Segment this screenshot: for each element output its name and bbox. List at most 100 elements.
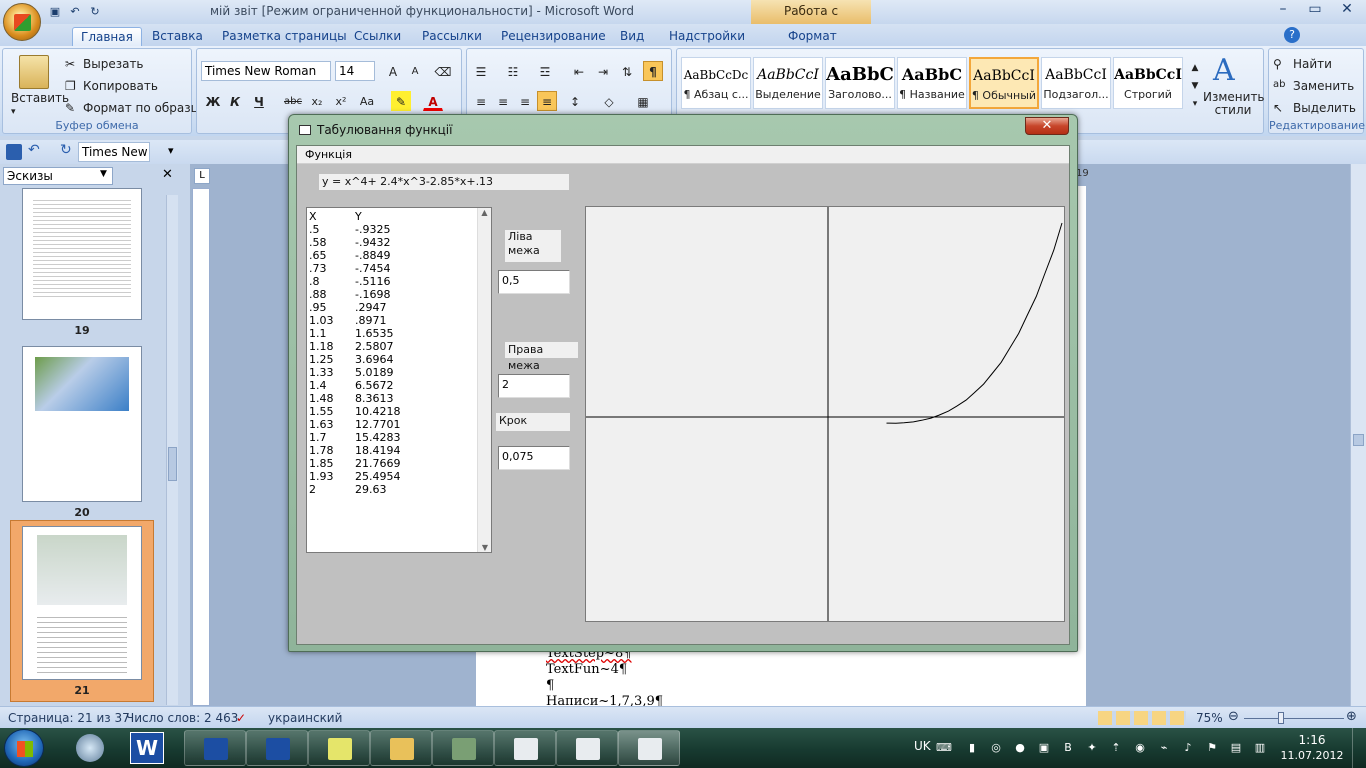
find-button[interactable]: Найти: [1293, 57, 1332, 71]
decrease-indent-icon[interactable]: ⇤: [569, 61, 589, 81]
volume-icon[interactable]: ♪: [1180, 740, 1196, 756]
close-icon[interactable]: ✕: [1332, 0, 1362, 20]
page-counter[interactable]: Страница: 21 из 37: [8, 711, 130, 725]
safely-remove-icon[interactable]: ⇡: [1108, 740, 1124, 756]
word-count[interactable]: Число слов: 2 463: [126, 711, 238, 725]
style-title[interactable]: AaBbC ¶ Название: [897, 57, 967, 109]
table-row[interactable]: 1.63 12.7701: [309, 418, 401, 431]
table-row[interactable]: 1.48 8.3613: [309, 392, 401, 405]
zoom-in-icon[interactable]: ⊕: [1346, 709, 1357, 724]
clock-time[interactable]: 1:16: [1282, 733, 1342, 747]
multilevel-list-icon[interactable]: ☲: [535, 61, 555, 81]
select-button[interactable]: Выделить: [1293, 101, 1356, 115]
values-list[interactable]: X Y .5 -.9325.58 -.9432.65 -.8849.73 -.7454.8-…: [306, 207, 492, 553]
font-name-select[interactable]: Times New Roman: [201, 61, 331, 81]
package-icon[interactable]: ▣: [1036, 740, 1052, 756]
redo-icon[interactable]: ↻: [86, 3, 104, 21]
scroll-up-icon[interactable]: ▲: [478, 208, 491, 217]
shrink-font-icon[interactable]: A: [405, 61, 425, 81]
menu-function[interactable]: Функція: [305, 148, 352, 161]
pane-dropdown-icon[interactable]: ▼: [100, 169, 107, 179]
dialog-close-button[interactable]: ✕: [1025, 117, 1069, 135]
sort-icon[interactable]: ⇅: [617, 61, 637, 81]
underline-icon[interactable]: Ч: [249, 91, 269, 111]
styles-more-icon[interactable]: ▾: [1185, 93, 1205, 113]
start-button[interactable]: [4, 729, 44, 767]
superscript-icon[interactable]: x²: [331, 91, 351, 111]
update-icon[interactable]: ●: [1012, 740, 1028, 756]
tab-addins[interactable]: Надстройки: [661, 27, 753, 46]
style-emphasis[interactable]: AaBbCcI Выделение: [753, 57, 823, 109]
power-icon[interactable]: ▥: [1252, 740, 1268, 756]
table-row[interactable]: 1.93 25.4954: [309, 470, 401, 483]
language-indicator[interactable]: украинский: [268, 711, 342, 725]
font-size-select[interactable]: 14: [335, 61, 375, 81]
align-right-icon[interactable]: ≡: [515, 91, 535, 111]
table-row[interactable]: 1.18 2.5807: [309, 340, 401, 353]
table-row[interactable]: .8 -.5116: [309, 275, 401, 288]
replace-button[interactable]: Заменить: [1293, 79, 1354, 93]
usb-icon[interactable]: ▮: [964, 740, 980, 756]
thumbnail-page-19[interactable]: [22, 188, 142, 320]
network-icon[interactable]: ⌁: [1156, 740, 1172, 756]
font-color-icon[interactable]: A: [423, 91, 443, 111]
minimize-icon[interactable]: –: [1268, 0, 1298, 20]
office-button[interactable]: [3, 3, 41, 41]
clear-format-icon[interactable]: ⌫: [433, 61, 453, 81]
paste-chevron-icon[interactable]: ▾: [11, 107, 16, 117]
redo-icon[interactable]: ↻: [60, 142, 72, 158]
display-icon[interactable]: ▤: [1228, 740, 1244, 756]
line-spacing-icon[interactable]: ↕: [565, 91, 585, 111]
style-normal[interactable]: AaBbCcI ¶ Обычный: [969, 57, 1039, 109]
borders-icon[interactable]: ▦: [633, 91, 653, 111]
tab-mailings[interactable]: Рассылки: [414, 27, 490, 46]
styles-scroll-up-icon[interactable]: ▲: [1185, 57, 1205, 77]
taskbar-app-32[interactable]: [432, 730, 494, 766]
sync-icon[interactable]: ◎: [988, 740, 1004, 756]
table-row[interactable]: 1.55 10.4218: [309, 405, 401, 418]
save-icon[interactable]: [6, 144, 22, 160]
tab-view[interactable]: Вид: [612, 27, 652, 46]
align-center-icon[interactable]: ≡: [493, 91, 513, 111]
format-painter-button[interactable]: Формат по образцу: [83, 101, 206, 115]
table-row[interactable]: .95 .2947: [309, 301, 401, 314]
italic-icon[interactable]: К: [225, 91, 245, 111]
style-subtitle[interactable]: AaBbCcI Подзагол...: [1041, 57, 1111, 109]
table-row[interactable]: .73 -.7454: [309, 262, 401, 275]
tab-insert[interactable]: Вставка: [144, 27, 211, 46]
tools-icon[interactable]: ✦: [1084, 740, 1100, 756]
clock-date[interactable]: 11.07.2012: [1276, 749, 1348, 762]
shading-icon[interactable]: ◇: [599, 91, 619, 111]
style-strong[interactable]: AaBbCcI Строгий: [1113, 57, 1183, 109]
table-row[interactable]: .88 -.1698: [309, 288, 401, 301]
table-row[interactable]: .58 -.9432: [309, 236, 401, 249]
copy-button[interactable]: Копировать: [83, 79, 158, 93]
document-scrollbar[interactable]: [1350, 164, 1366, 706]
taskbar-explorer[interactable]: [370, 730, 432, 766]
table-row[interactable]: 1.7 15.4283: [309, 431, 401, 444]
word-icon[interactable]: W: [130, 732, 164, 764]
help-icon[interactable]: ?: [1284, 27, 1300, 43]
taskbar-notes[interactable]: [308, 730, 370, 766]
table-row[interactable]: 2 29.63: [309, 483, 401, 496]
bullets-icon[interactable]: ☰: [471, 61, 491, 81]
thumbnail-page-20[interactable]: [22, 346, 142, 502]
flag-icon[interactable]: ⚑: [1204, 740, 1220, 756]
table-row[interactable]: .5 -.9325: [309, 223, 401, 236]
save-icon[interactable]: ▣: [46, 3, 64, 21]
paste-button[interactable]: Вставить: [11, 91, 69, 105]
keyboard-icon[interactable]: ⌨: [936, 740, 952, 756]
zoom-out-icon[interactable]: ⊖: [1228, 709, 1239, 724]
undo-icon[interactable]: ↶: [66, 3, 84, 21]
table-row[interactable]: 1.03 .8971: [309, 314, 401, 327]
customize-qat-icon[interactable]: ▾: [168, 144, 174, 157]
show-marks-icon[interactable]: ¶: [643, 61, 663, 81]
qat-font-select[interactable]: Times New Ro: [78, 142, 150, 162]
styles-scroll-down-icon[interactable]: ▼: [1185, 75, 1205, 95]
list-scrollbar[interactable]: ▲ ▼: [477, 208, 491, 552]
strikethrough-icon[interactable]: abc: [283, 91, 303, 111]
increase-indent-icon[interactable]: ⇥: [593, 61, 613, 81]
pane-close-icon[interactable]: ✕: [162, 167, 173, 182]
change-case-icon[interactable]: Aa: [357, 91, 377, 111]
tab-review[interactable]: Рецензирование: [493, 27, 614, 46]
